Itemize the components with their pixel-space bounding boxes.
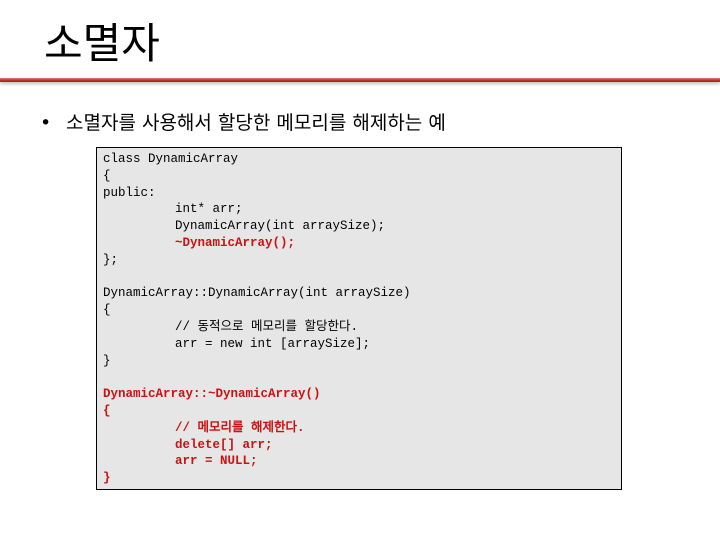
code-line: DynamicArray(int arraySize); xyxy=(175,219,386,234)
code-line: // 메모리를 해제한다. xyxy=(175,420,305,435)
code-line: }; xyxy=(103,252,119,267)
code-line: { xyxy=(103,403,111,418)
slide-title: 소멸자 xyxy=(44,19,160,68)
code-line: } xyxy=(103,353,111,368)
code-line: { xyxy=(103,303,111,318)
code-line: } xyxy=(103,471,111,486)
code-line: ~DynamicArray(); xyxy=(175,235,296,250)
bullet-icon: • xyxy=(40,112,52,134)
bullet-item: • 소멸자를 사용해서 할당한 메모리를 해제하는 예 xyxy=(40,110,446,136)
code-line: DynamicArray::~DynamicArray() xyxy=(103,387,321,402)
code-line: delete[] arr; xyxy=(175,437,273,452)
code-line: { xyxy=(103,168,111,183)
title-divider xyxy=(0,78,720,82)
code-line: arr = new int [arraySize]; xyxy=(175,336,371,351)
code-line: // 동적으로 메모리를 할당한다. xyxy=(175,319,359,334)
code-line: class DynamicArray xyxy=(103,152,239,166)
code-line: arr = NULL; xyxy=(175,454,258,469)
code-line: int* arr; xyxy=(175,202,243,217)
bullet-text: 소멸자를 사용해서 할당한 메모리를 해제하는 예 xyxy=(66,112,446,134)
code-line: DynamicArray::DynamicArray(int arraySize… xyxy=(103,286,411,301)
code-line: public: xyxy=(103,185,156,200)
code-block: class DynamicArray { public: int* arr; Dynam… xyxy=(96,147,622,490)
